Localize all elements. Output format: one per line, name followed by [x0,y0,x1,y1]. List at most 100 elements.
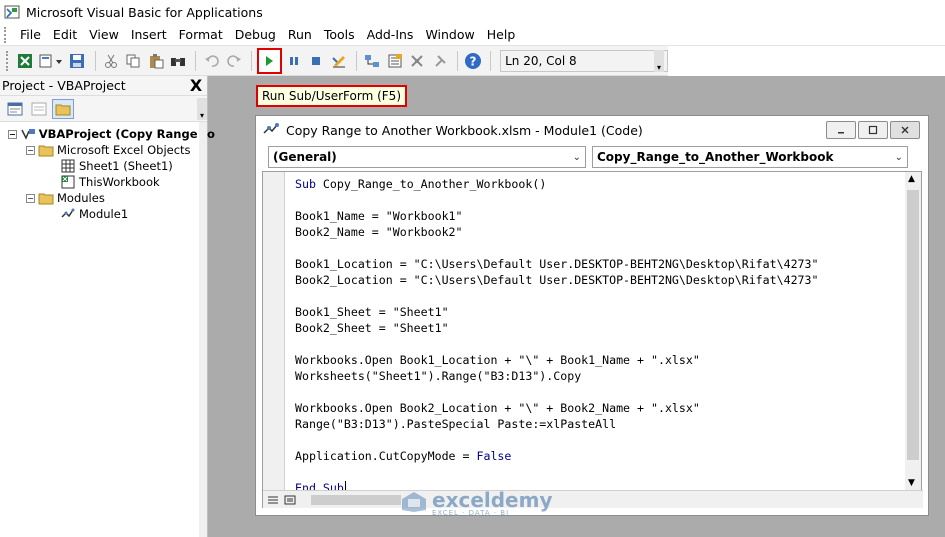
close-icon[interactable]: X [187,76,205,95]
collapse-icon[interactable]: − [26,145,35,155]
reset-icon[interactable] [306,50,326,72]
copy-icon[interactable] [123,50,143,72]
close-button[interactable] [890,121,920,139]
code-margin[interactable] [263,172,285,490]
code-editor[interactable]: Sub Copy_Range_to_Another_Workbook() Boo… [262,171,923,508]
menu-format[interactable]: Format [173,25,229,45]
procedure-dropdown-value: Copy_Range_to_Another_Workbook [597,150,834,164]
break-icon[interactable] [284,50,304,72]
properties-window-icon[interactable] [384,50,404,72]
code-line[interactable] [295,288,905,304]
code-line[interactable] [295,464,905,480]
code-line[interactable]: Book2_Location = "C:\Users\Default User.… [295,272,905,288]
menu-file[interactable]: File [14,25,47,45]
tree-item-sheet1[interactable]: Sheet1 (Sheet1) [0,158,207,174]
run-sub-button[interactable] [257,47,282,74]
code-window-combos: (General) ⌄ Copy_Range_to_Another_Workbo… [256,144,928,170]
maximize-button[interactable] [858,121,888,139]
tree-item-vbaproject[interactable]: − VBAProject (Copy Range to A [0,126,228,142]
project-explorer-toolbar: ▾ [0,96,207,122]
module-icon [60,207,76,221]
paste-icon[interactable] [146,50,166,72]
menu-help[interactable]: Help [481,25,522,45]
toolbox-icon[interactable] [429,50,449,72]
code-line[interactable] [295,192,905,208]
procedure-view-icon[interactable] [266,493,280,507]
project-explorer-icon[interactable] [362,50,382,72]
code-line[interactable]: Worksheets("Sheet1").Range("B3:D13").Cop… [295,368,905,384]
toolbar-options-icon[interactable]: ▾ [654,50,664,72]
tree-item-excel-objects[interactable]: − Microsoft Excel Objects [0,142,207,158]
svg-text:?: ? [469,54,476,68]
menu-grip[interactable] [4,26,8,43]
view-excel-icon[interactable] [15,50,35,72]
project-panel-scrollbar[interactable] [199,122,207,537]
code-line[interactable]: Application.CutCopyMode = False [295,448,905,464]
menu-window[interactable]: Window [419,25,480,45]
chevron-down-icon[interactable]: ⌄ [895,152,903,163]
code-line[interactable] [295,240,905,256]
folder-icon [38,191,54,205]
view-code-icon[interactable] [4,99,26,119]
object-dropdown[interactable]: (General) ⌄ [268,146,586,168]
find-icon[interactable] [168,50,188,72]
code-line[interactable]: Book1_Location = "C:\Users\Default User.… [295,256,905,272]
menu-view[interactable]: View [83,25,125,45]
code-line[interactable]: Book2_Sheet = "Sheet1" [295,320,905,336]
window-title: Microsoft Visual Basic for Applications [26,4,263,20]
code-line[interactable] [295,336,905,352]
code-line[interactable]: Workbooks.Open Book1_Location + "\" + Bo… [295,352,905,368]
chevron-down-icon[interactable]: ⌄ [573,152,581,163]
project-explorer-title: Project - VBAProject [2,78,126,93]
menu-edit[interactable]: Edit [47,25,83,45]
minimize-button[interactable] [826,121,856,139]
collapse-icon[interactable]: − [8,129,17,139]
code-line[interactable]: Sub Copy_Range_to_Another_Workbook() [295,176,905,192]
undo-icon[interactable] [201,50,221,72]
scroll-thumb[interactable] [907,190,919,460]
save-icon[interactable] [67,50,87,72]
code-horizontal-bar [263,490,923,508]
sheet-icon [60,159,76,173]
tree-item-thisworkbook[interactable]: ThisWorkbook [0,174,207,190]
view-object-icon[interactable] [28,99,50,119]
code-window-title-bar[interactable]: Copy Range to Another Workbook.xlsm - Mo… [256,116,928,144]
watermark-name: exceldemy [432,488,553,512]
menu-debug[interactable]: Debug [229,25,282,45]
code-line[interactable] [295,384,905,400]
code-vertical-scrollbar[interactable]: ▲ ▼ [905,172,921,490]
tree-item-module1[interactable]: Module1 [0,206,207,222]
window-title-bar: Microsoft Visual Basic for Applications [0,0,945,24]
code-text[interactable]: Sub Copy_Range_to_Another_Workbook() Boo… [295,176,905,496]
code-line[interactable]: Book1_Sheet = "Sheet1" [295,304,905,320]
menu-run[interactable]: Run [282,25,318,45]
standard-toolbar: ? Ln 20, Col 8 ▾ [0,46,668,76]
menu-insert[interactable]: Insert [125,25,173,45]
insert-module-icon[interactable] [37,50,65,72]
code-line[interactable]: Range("B3:D13").PasteSpecial Paste:=xlPa… [295,416,905,432]
cut-icon[interactable] [101,50,121,72]
procedure-dropdown[interactable]: Copy_Range_to_Another_Workbook ⌄ [592,146,908,168]
hscroll-thumb[interactable] [311,494,401,505]
full-module-view-icon[interactable] [283,493,297,507]
code-line[interactable] [295,432,905,448]
redo-icon[interactable] [224,50,244,72]
menu-add-ins[interactable]: Add-Ins [361,25,420,45]
exceldemy-watermark: exceldemy EXCEL · DATA · BI [400,490,553,517]
code-line[interactable]: Workbooks.Open Book2_Location + "\" + Bo… [295,400,905,416]
design-mode-icon[interactable] [329,50,349,72]
scroll-down-icon[interactable]: ▼ [908,478,915,488]
scroll-up-icon[interactable]: ▲ [908,174,915,184]
help-icon[interactable]: ? [463,50,483,72]
object-browser-icon[interactable] [407,50,427,72]
menu-tools[interactable]: Tools [318,25,361,45]
tree-item-modules[interactable]: − Modules [0,190,207,206]
code-horizontal-scrollbar[interactable] [303,493,905,507]
code-line[interactable]: Book2_Name = "Workbook2" [295,224,905,240]
project-explorer-panel: Project - VBAProject X ▾ − VBAProject (C… [0,76,228,537]
collapse-icon[interactable]: − [26,193,35,203]
toolbar-grip[interactable] [6,50,10,71]
panel-toolbar-options-icon[interactable]: ▾ [197,98,207,120]
toggle-folders-icon[interactable] [52,98,74,119]
code-line[interactable]: Book1_Name = "Workbook1" [295,208,905,224]
